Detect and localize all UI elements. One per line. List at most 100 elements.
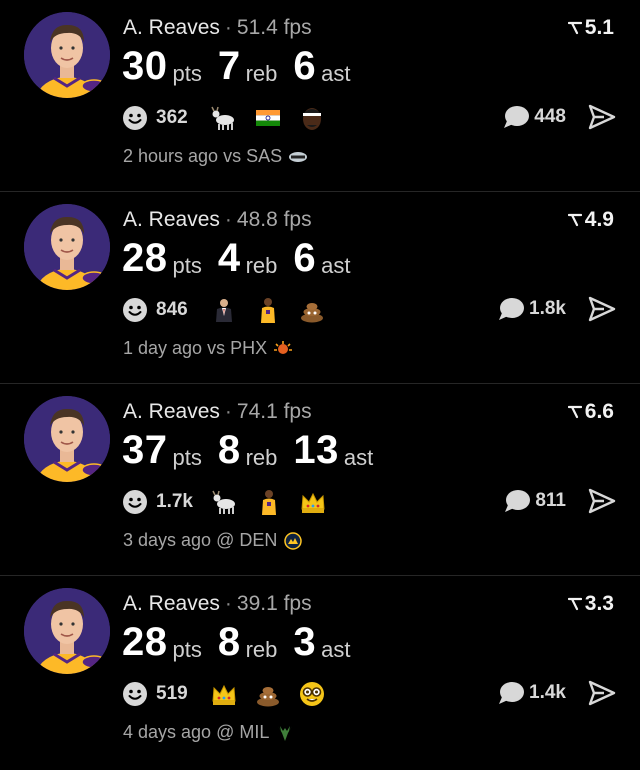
rebounds-value: 7 (217, 44, 241, 88)
game-card[interactable]: A. Reaves · 74.1 fps 6.6 37 pts 8 reb 13 ast … (0, 384, 640, 576)
reaction-row: 519 (122, 680, 342, 708)
comment-count[interactable]: 1.4k (529, 682, 566, 704)
comment-count[interactable]: 1.8k (529, 298, 566, 320)
player-name: A. Reaves (123, 208, 220, 231)
smiley-icon[interactable] (122, 681, 148, 707)
points-value: 30 (122, 44, 168, 88)
separator-dot: · (224, 400, 232, 423)
rebounds-value: 8 (217, 620, 241, 664)
player-figure-icon[interactable] (255, 488, 283, 516)
matchup: vs PHX (207, 338, 268, 358)
fps-score: 74.1 fps (236, 400, 312, 423)
matchup: vs SAS (223, 146, 283, 166)
time-ago: 4 days ago (123, 722, 212, 742)
player-name-line: A. Reaves · 39.1 fps (123, 592, 312, 616)
rebounds-value: 4 (217, 236, 241, 280)
player-name: A. Reaves (123, 16, 220, 39)
assists-value: 6 (293, 236, 317, 280)
rating-filter-icon (567, 21, 582, 35)
comment-row: 1.8k (497, 296, 616, 322)
assists-label: ast (343, 445, 374, 470)
points-value: 37 (122, 428, 168, 472)
fps-score: 39.1 fps (236, 592, 312, 615)
suit-man-icon[interactable] (210, 296, 238, 324)
rating-value: 3.3 (584, 592, 614, 615)
stat-line: 28 pts 4 reb 6 ast (122, 236, 367, 281)
rating-value: 5.1 (584, 16, 614, 39)
player-figure-icon[interactable] (254, 296, 282, 324)
smiley-icon[interactable] (122, 105, 148, 131)
share-send-icon[interactable] (588, 296, 616, 322)
goat-icon[interactable] (211, 488, 239, 516)
comment-bubble-icon[interactable] (503, 488, 531, 514)
points-label: pts (172, 445, 202, 470)
player-avatar[interactable] (24, 204, 110, 290)
game-meta: 2 hours ago vs SAS (123, 146, 308, 167)
player-avatar[interactable] (24, 12, 110, 98)
time-ago: 2 hours ago (123, 146, 219, 166)
rating: 5.1 (567, 16, 614, 40)
stat-line: 37 pts 8 reb 13 ast (122, 428, 389, 473)
smiley-icon[interactable] (122, 489, 148, 515)
smiley-icon[interactable] (122, 297, 148, 323)
poop-icon[interactable] (298, 296, 326, 324)
points-value: 28 (122, 236, 168, 280)
rebounds-label: reb (245, 637, 278, 662)
matchup: @ DEN (216, 530, 278, 550)
rebounds-label: reb (245, 61, 278, 86)
points-label: pts (172, 637, 202, 662)
game-feed: A. Reaves · 51.4 fps 5.1 30 pts 7 reb 6 ast 3… (0, 0, 640, 770)
game-meta: 4 days ago @ MIL (123, 722, 295, 743)
reaction-count: 846 (156, 299, 188, 320)
poop-icon[interactable] (254, 680, 282, 708)
game-card[interactable]: A. Reaves · 48.8 fps 4.9 28 pts 4 reb 6 ast 8… (0, 192, 640, 384)
nuggets-logo-icon (284, 531, 303, 550)
comment-bubble-icon[interactable] (502, 104, 530, 130)
comment-count[interactable]: 448 (534, 106, 566, 128)
points-label: pts (172, 253, 202, 278)
suns-logo-icon (274, 340, 293, 354)
share-send-icon[interactable] (588, 680, 616, 706)
separator-dot: · (224, 208, 232, 231)
matchup: @ MIL (216, 722, 270, 742)
share-send-icon[interactable] (588, 104, 616, 130)
share-send-icon[interactable] (588, 488, 616, 514)
game-card[interactable]: A. Reaves · 51.4 fps 5.1 30 pts 7 reb 6 ast 3… (0, 0, 640, 192)
nerd-face-icon[interactable] (298, 680, 326, 708)
time-ago: 3 days ago (123, 530, 212, 550)
player-avatar[interactable] (24, 396, 110, 482)
assists-value: 6 (293, 44, 317, 88)
goat-icon[interactable] (210, 104, 238, 132)
comment-row: 1.4k (497, 680, 616, 706)
points-label: pts (172, 61, 202, 86)
assists-value: 13 (293, 428, 339, 472)
separator-dot: · (224, 16, 232, 39)
player-name-line: A. Reaves · 74.1 fps (123, 400, 312, 424)
comment-count[interactable]: 811 (535, 490, 566, 512)
rating: 6.6 (567, 400, 614, 424)
reaction-count: 1.7k (156, 491, 193, 512)
lebron-face-icon[interactable] (298, 104, 326, 132)
player-avatar[interactable] (24, 588, 110, 674)
india-flag-icon[interactable] (254, 104, 282, 132)
stat-line: 30 pts 7 reb 6 ast (122, 44, 367, 89)
assists-label: ast (321, 253, 351, 278)
rating-filter-icon (567, 597, 582, 611)
spurs-logo-icon (289, 151, 308, 162)
assists-label: ast (321, 61, 351, 86)
rating-value: 6.6 (584, 400, 614, 423)
game-meta: 3 days ago @ DEN (123, 530, 303, 551)
crown-icon[interactable] (299, 488, 327, 516)
assists-label: ast (321, 637, 351, 662)
player-name-line: A. Reaves · 51.4 fps (123, 16, 312, 40)
game-card[interactable]: A. Reaves · 39.1 fps 3.3 28 pts 8 reb 3 ast 5… (0, 576, 640, 768)
crown-icon[interactable] (210, 680, 238, 708)
separator-dot: · (224, 592, 232, 615)
rating-filter-icon (567, 213, 582, 227)
rating-value: 4.9 (584, 208, 614, 231)
assists-value: 3 (293, 620, 317, 664)
reaction-row: 362 (122, 104, 342, 132)
comment-bubble-icon[interactable] (497, 680, 525, 706)
comment-bubble-icon[interactable] (497, 296, 525, 322)
rating-filter-icon (567, 405, 582, 419)
